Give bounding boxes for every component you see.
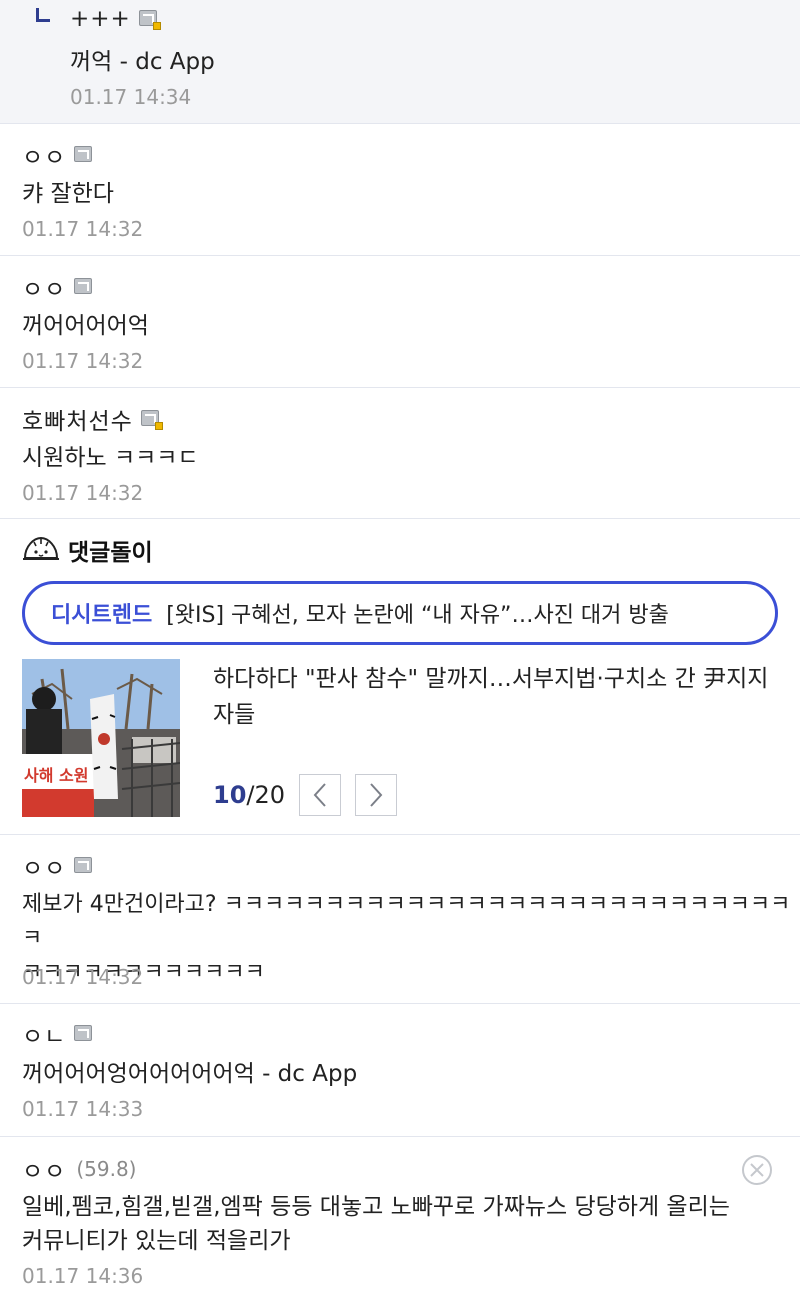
- pager-next-button[interactable]: [355, 774, 398, 816]
- delete-comment-button[interactable]: [742, 1155, 772, 1185]
- comment-author[interactable]: ㅇㅇ: [22, 1152, 66, 1186]
- comment: ㅇㄴ 꺼어어어엉어어어어어억 - dc App 01.17 14:33: [0, 1004, 800, 1137]
- comment: ㅇㅇ 캬 잘한다 01.17 14:32: [0, 124, 800, 256]
- comment-author-row: 호빠처선수: [22, 402, 163, 436]
- comment: ㅇㅇ 꺼어어어어억 01.17 14:32: [0, 256, 800, 388]
- comment-text: 시원하노 ㅋㅋㅋㄷ: [22, 445, 199, 471]
- comment-author[interactable]: ㅇㅇ: [22, 138, 66, 172]
- pager-prev-button[interactable]: [299, 774, 342, 816]
- comment-time: 01.17 14:32: [22, 217, 144, 241]
- comment: ㅇㅇ (59.8) 일베,펨코,힘갤,빋갤,엠팍 등등 대놓고 노빠꾸로 가짜뉴…: [0, 1137, 800, 1293]
- comment-time: 01.17 14:32: [22, 481, 144, 505]
- comment: 호빠처선수 시원하노 ㅋㅋㅋㄷ 01.17 14:32: [0, 388, 800, 519]
- reply-comment: +++ 꺼억 - dc App 01.17 14:34: [0, 0, 800, 124]
- comment: ㅇㅇ 제보가 4만건이라고? ㅋㅋㅋㅋㅋㅋㅋㅋㅋㅋㅋㅋㅋㅋㅋㅋㅋㅋㅋㅋㅋㅋㅋㅋㅋ…: [0, 835, 800, 1004]
- thumb-sign-text: 사해 소원: [24, 766, 88, 785]
- reply-arrow-icon: [36, 8, 50, 22]
- comment-time: 01.17 14:34: [70, 85, 192, 109]
- pager-count: 10/20: [213, 781, 285, 809]
- member-badge-icon: [74, 1025, 94, 1043]
- close-icon: [750, 1163, 764, 1177]
- pager-total: /20: [246, 781, 286, 809]
- dumpling-mascot-icon: [22, 534, 60, 566]
- comment-author-row: ㅇㅇ: [22, 138, 94, 172]
- comment-ip: (59.8): [76, 1157, 137, 1181]
- chevron-right-icon: [370, 783, 383, 807]
- comment-bot-section: 댓글돌이 디시트렌드 [왓IS] 구혜선, 모자 논란에 “내 자유”…사진 대…: [0, 519, 800, 835]
- comment-bot-header: 댓글돌이: [22, 533, 153, 567]
- comment-author-row: ㅇㅇ: [22, 849, 94, 883]
- comment-author-row: ㅇㅇ: [22, 270, 94, 304]
- trend-label: 디시트렌드: [51, 603, 153, 628]
- member-badge-icon: [74, 857, 94, 875]
- comment-time: 01.17 14:33: [22, 1097, 144, 1121]
- chevron-left-icon: [313, 783, 326, 807]
- member-badge-icon: [138, 10, 161, 30]
- comment-text: 꺼어어어어억: [22, 313, 149, 339]
- comment-bot-title: 댓글돌이: [68, 540, 153, 566]
- news-headline[interactable]: 하다하다 "판사 참수" 말까지…서부지법·구치소 간 尹지지자들: [213, 661, 773, 733]
- member-badge-icon: [74, 146, 94, 164]
- comment-time: 01.17 14:32: [22, 349, 144, 373]
- comment-text: 꺼어어어엉어어어어어억 - dc App: [22, 1061, 358, 1087]
- comment-author-row: ㅇㅇ (59.8): [22, 1152, 136, 1186]
- member-badge-icon: [140, 410, 163, 430]
- pager-current: 10: [213, 781, 247, 809]
- comment-author[interactable]: 호빠처선수: [22, 402, 133, 436]
- comment-text: 캬 잘한다: [22, 181, 114, 207]
- news-thumbnail[interactable]: 사해 소원: [22, 659, 180, 817]
- comment-author[interactable]: ㅇㅇ: [22, 849, 66, 883]
- comment-author-row: +++: [70, 6, 161, 32]
- comment-author[interactable]: +++: [70, 6, 131, 32]
- comment-time: 01.17 14:36: [22, 1264, 144, 1288]
- comment-author[interactable]: ㅇㄴ: [22, 1017, 66, 1051]
- news-pager: 10/20: [213, 774, 398, 816]
- trend-banner[interactable]: 디시트렌드 [왓IS] 구혜선, 모자 논란에 “내 자유”…사진 대거 방출: [22, 581, 778, 645]
- comment-author-row: ㅇㄴ: [22, 1017, 94, 1051]
- comment-text: 일베,펨코,힘갤,빋갤,엠팍 등등 대놓고 노빠꾸로 가짜뉴스 당당하게 올리는…: [22, 1194, 730, 1254]
- member-badge-icon: [74, 278, 94, 296]
- comment-time: 01.17 14:32: [22, 965, 144, 989]
- trend-headline[interactable]: [왓IS] 구혜선, 모자 논란에 “내 자유”…사진 대거 방출: [166, 597, 669, 629]
- comment-author[interactable]: ㅇㅇ: [22, 270, 66, 304]
- comment-text: 꺼억 - dc App: [70, 49, 215, 75]
